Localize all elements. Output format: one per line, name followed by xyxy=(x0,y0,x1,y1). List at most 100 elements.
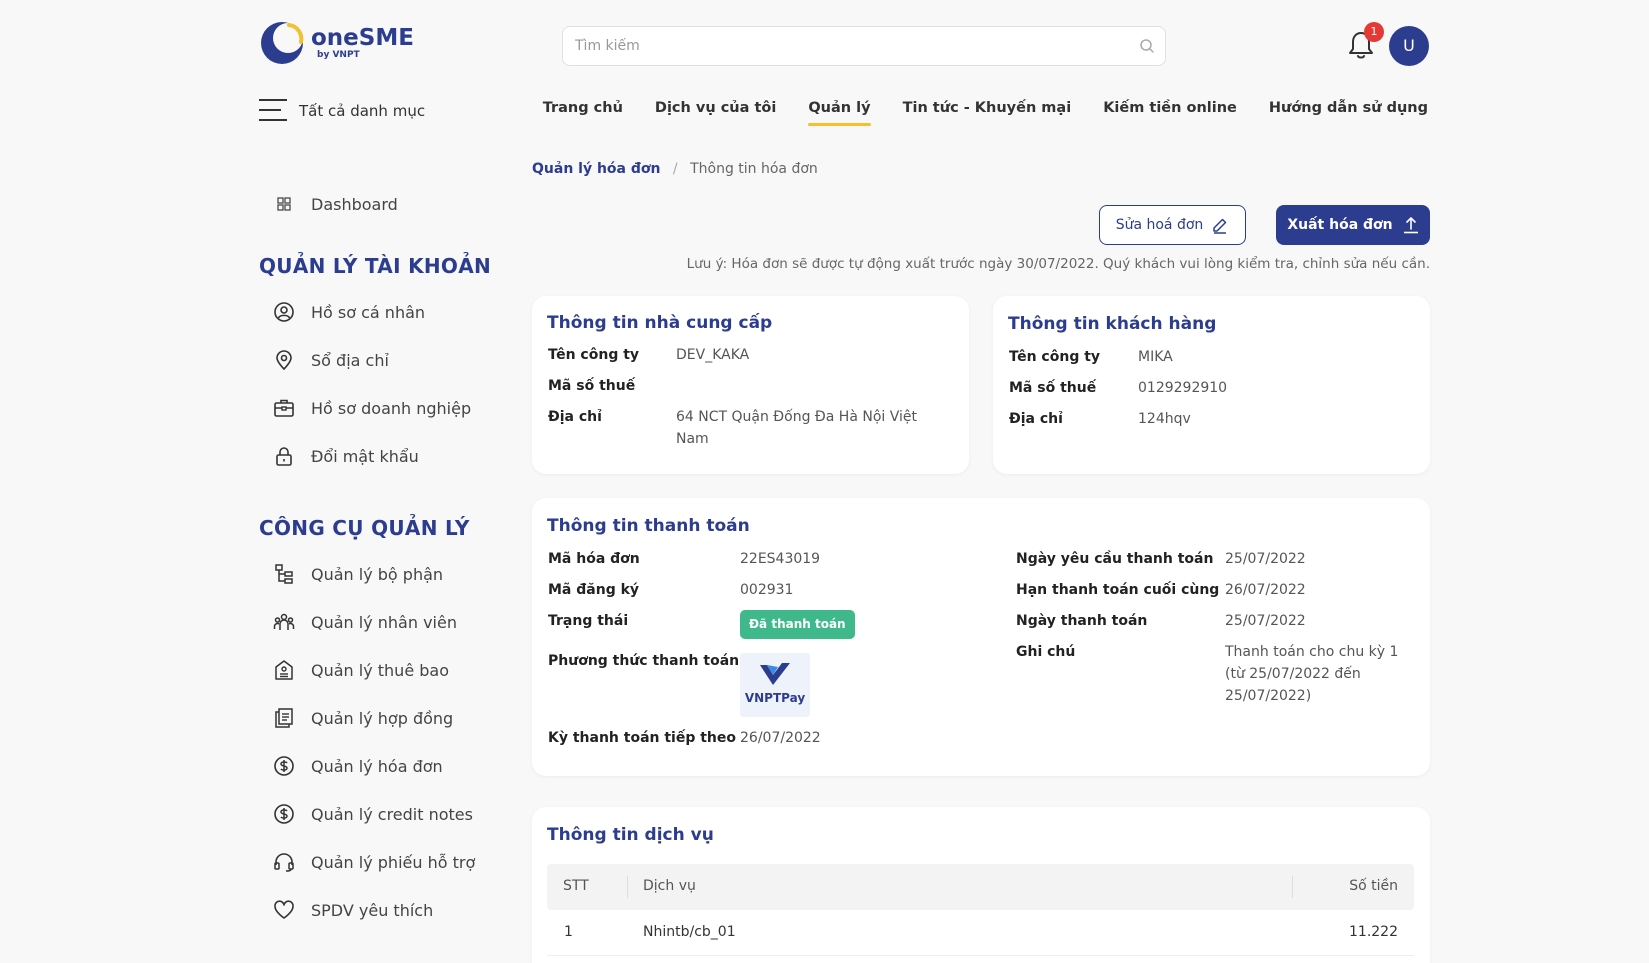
supplier-title: Thông tin nhà cung cấp xyxy=(547,313,773,333)
sidebar-item-profile[interactable]: Hồ sơ cá nhân xyxy=(259,288,499,336)
supplier-company-value: DEV_KAKA xyxy=(676,347,750,363)
sidebar-item-support-tickets[interactable]: Quản lý phiếu hỗ trợ xyxy=(259,838,499,886)
payment-card: Thông tin thanh toán Mã hóa đơn 22ES4301… xyxy=(532,498,1430,776)
subscription-icon xyxy=(275,660,293,680)
lock-icon xyxy=(276,447,292,466)
grid-icon xyxy=(277,197,291,211)
sidebar-item-invoices[interactable]: Quản lý hóa đơn xyxy=(259,742,499,790)
registration-code-label: Mã đăng ký xyxy=(548,582,640,598)
breadcrumb-separator: / xyxy=(672,161,678,177)
sidebar-item-label: Quản lý bộ phận xyxy=(311,564,444,584)
customer-title: Thông tin khách hàng xyxy=(1008,314,1217,334)
notification-badge: 1 xyxy=(1364,22,1384,42)
sidebar-item-credit-notes[interactable]: Quản lý credit notes xyxy=(259,790,499,838)
invoice-code-value: 22ES43019 xyxy=(740,551,821,567)
sidebar-item-dashboard[interactable]: Dashboard xyxy=(259,180,499,228)
sidebar-item-label: Quản lý nhân viên xyxy=(311,612,457,632)
paid-date-value: 25/07/2022 xyxy=(1225,613,1306,629)
nav-management[interactable]: Quản lý xyxy=(808,100,871,126)
breadcrumb-current: Thông tin hóa đơn xyxy=(690,161,818,177)
next-period-label: Kỳ thanh toán tiếp theo xyxy=(548,730,737,746)
menu-icon xyxy=(259,99,287,123)
auto-export-note: Lưu ý: Hóa đơn sẽ được tự động xuất trướ… xyxy=(686,256,1430,272)
service-title: Thông tin dịch vụ xyxy=(547,825,714,845)
search-input[interactable] xyxy=(563,27,1103,65)
sidebar-item-label: Dashboard xyxy=(311,194,398,214)
search-icon[interactable] xyxy=(1139,38,1155,54)
row-amount: 11.222 xyxy=(1349,924,1398,940)
breadcrumb-parent-link[interactable]: Quản lý hóa đơn xyxy=(532,161,660,177)
sidebar-item-change-password[interactable]: Đổi mật khẩu xyxy=(259,432,499,480)
sidebar-item-address-book[interactable]: Sổ địa chỉ xyxy=(259,336,499,384)
sidebar-item-label: Quản lý hóa đơn xyxy=(311,756,443,776)
column-service: Dịch vụ xyxy=(643,878,696,894)
status-label: Trạng thái xyxy=(548,613,629,629)
page: oneSME by VNPT 1 U Tất cả danh mục xyxy=(0,0,1649,963)
sidebar-item-favorites[interactable]: SPDV yêu thích xyxy=(259,886,499,934)
brand-logo-icon xyxy=(261,22,304,64)
column-stt: STT xyxy=(563,878,589,894)
customer-company-value: MIKA xyxy=(1138,349,1173,365)
brand-name: oneSME xyxy=(311,25,414,51)
avatar[interactable]: U xyxy=(1389,26,1429,66)
customer-tax-label: Mã số thuế xyxy=(1009,380,1097,396)
nav-home[interactable]: Trang chủ xyxy=(543,100,623,126)
user-circle-icon xyxy=(274,302,294,322)
payment-note-label: Ghi chú xyxy=(1016,644,1076,660)
brand-sub: by VNPT xyxy=(317,50,360,60)
payment-method-label: Phương thức thanh toán xyxy=(548,653,740,669)
deadline-value: 26/07/2022 xyxy=(1225,582,1306,598)
sidebar-item-business-profile[interactable]: Hồ sơ doanh nghiệp xyxy=(259,384,499,432)
org-chart-icon xyxy=(275,564,293,584)
account-heading: QUẢN LÝ TÀI KHOẢN xyxy=(259,254,492,278)
row-stt: 1 xyxy=(564,924,573,940)
sidebar-item-employees[interactable]: Quản lý nhân viên xyxy=(259,598,499,646)
service-card: Thông tin dịch vụ STT Dịch vụ Số tiền 1 … xyxy=(532,807,1430,963)
deadline-label: Hạn thanh toán cuối cùng xyxy=(1016,582,1220,598)
registration-code-value: 002931 xyxy=(740,582,794,598)
tools-heading: CÔNG CỤ QUẢN LÝ xyxy=(259,516,470,540)
customer-card: Thông tin khách hàng Tên công ty MIKA Mã… xyxy=(993,296,1430,474)
next-period-value: 26/07/2022 xyxy=(740,730,821,746)
customer-company-label: Tên công ty xyxy=(1009,349,1101,365)
edit-invoice-button[interactable]: Sửa hoá đơn xyxy=(1099,205,1246,245)
users-icon xyxy=(273,613,295,630)
export-invoice-button[interactable]: Xuất hóa đơn xyxy=(1276,205,1430,245)
paid-date-label: Ngày thanh toán xyxy=(1016,613,1148,629)
dollar-circle-icon xyxy=(274,756,294,776)
breadcrumb: Quản lý hóa đơn / Thông tin hóa đơn xyxy=(532,161,818,177)
edit-invoice-label: Sửa hoá đơn xyxy=(1115,217,1204,233)
header: oneSME by VNPT 1 U Tất cả danh mục xyxy=(0,0,1649,140)
heart-icon xyxy=(274,900,294,919)
nav-my-services[interactable]: Dịch vụ của tôi xyxy=(655,100,776,126)
supplier-company-label: Tên công ty xyxy=(548,347,640,363)
upload-icon xyxy=(1403,217,1418,234)
sidebar-item-label: Quản lý thuê bao xyxy=(311,660,449,680)
nav-news[interactable]: Tin tức - Khuyến mại xyxy=(903,100,1072,126)
supplier-tax-label: Mã số thuế xyxy=(548,378,636,394)
sidebar-item-label: Quản lý hợp đồng xyxy=(311,708,454,728)
sidebar-item-subscriptions[interactable]: Quản lý thuê bao xyxy=(259,646,499,694)
supplier-address-value: 64 NCT Quận Đống Đa Hà Nội Việt Nam xyxy=(676,409,918,447)
pencil-icon xyxy=(1213,218,1227,234)
sidebar-item-label: Hồ sơ cá nhân xyxy=(311,302,426,322)
nav-earn-online[interactable]: Kiếm tiền online xyxy=(1103,100,1237,126)
search-box xyxy=(562,26,1166,66)
sidebar-item-label: Hồ sơ doanh nghiệp xyxy=(311,398,472,418)
sidebar-item-contracts[interactable]: Quản lý hợp đồng xyxy=(259,694,499,742)
headset-icon xyxy=(274,853,294,872)
contract-icon xyxy=(275,708,293,728)
row-service: Nhintb/cb_01 xyxy=(643,924,736,940)
nav-user-guide[interactable]: Hướng dẫn sử dụng xyxy=(1269,100,1428,126)
supplier-address-label: Địa chỉ xyxy=(548,409,602,425)
service-table-header: STT Dịch vụ Số tiền xyxy=(547,864,1414,910)
all-categories-label: Tất cả danh mục xyxy=(299,102,426,120)
sidebar-item-label: Quản lý credit notes xyxy=(311,804,473,824)
table-row: 1 Nhintb/cb_01 11.222 xyxy=(547,910,1414,956)
column-divider xyxy=(627,876,628,898)
column-amount: Số tiền xyxy=(1349,878,1398,894)
sidebar-item-departments[interactable]: Quản lý bộ phận xyxy=(259,550,499,598)
credit-note-icon xyxy=(274,804,294,824)
all-categories-button[interactable]: Tất cả danh mục xyxy=(259,99,425,123)
brand-logo[interactable]: oneSME by VNPT xyxy=(259,20,414,66)
